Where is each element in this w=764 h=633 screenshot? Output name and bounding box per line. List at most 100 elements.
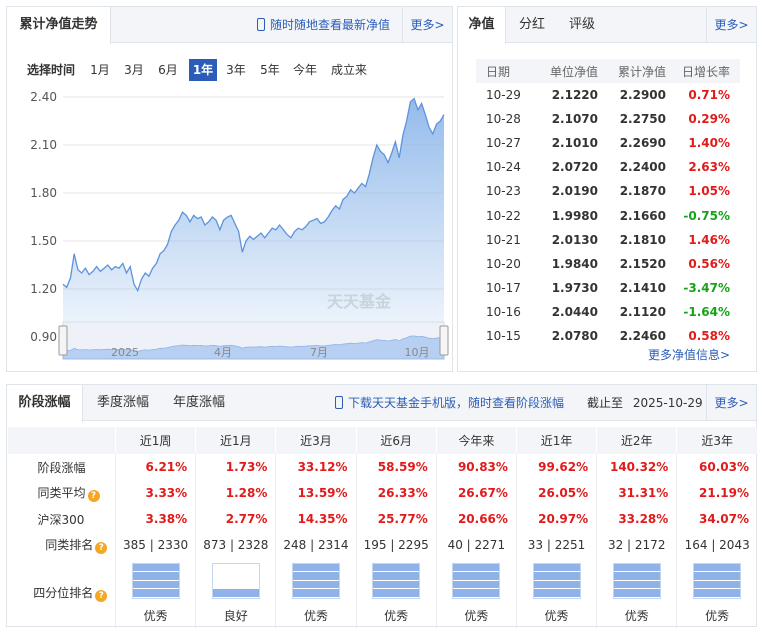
rank-value: 873 | 2328: [195, 532, 276, 558]
quartile-segment: [373, 589, 420, 598]
nav-row: 10-24 2.0720 2.2400 2.63%: [476, 155, 740, 179]
tab-year-return[interactable]: 年度涨幅: [163, 385, 235, 421]
quartile-segment: [694, 572, 741, 581]
nav-growth: 1.05%: [688, 184, 730, 199]
stage-value: 3.38%: [114, 506, 196, 532]
nav-growth: -3.47%: [683, 280, 730, 295]
tab-quarter-return[interactable]: 季度涨幅: [87, 385, 159, 421]
nav-date: 10-17: [486, 280, 521, 295]
nav-unit: 1.9980: [551, 208, 598, 223]
as-of: 截止至 2025-10-29: [587, 385, 703, 421]
quartile-segment: [453, 589, 500, 598]
period-header: 近1年: [515, 427, 597, 454]
tab-rating[interactable]: 评级: [558, 7, 606, 43]
nav-acc: 2.1120: [619, 304, 666, 319]
period-header: 近3月: [275, 427, 357, 454]
nav-date: 10-22: [486, 208, 521, 223]
stage-value: 3.33%: [114, 480, 196, 506]
nav-acc: 2.1520: [619, 256, 666, 271]
navigator-label: 2025: [111, 346, 139, 359]
nav-row: 10-28 2.1070 2.2750 0.29%: [476, 107, 740, 131]
nav-date: 10-28: [486, 112, 521, 127]
trend-more-link[interactable]: 更多>: [402, 7, 452, 43]
nav-unit: 1.9840: [551, 256, 598, 271]
help-icon[interactable]: ?: [95, 542, 108, 554]
quartile-text: 良好: [223, 608, 248, 623]
stage-more-link[interactable]: 更多>: [706, 385, 756, 421]
nav-growth: 0.71%: [688, 88, 730, 103]
tab-trend[interactable]: 累计净值走势: [7, 7, 111, 44]
nav-trend-chart[interactable]: 2.40 2.10 1.80 1.50 1.20 0.90 天天基金 2025 4月 7月 10月: [7, 83, 454, 373]
quartile-segment: [373, 572, 420, 581]
more-nav-info-link[interactable]: 更多净值信息>: [648, 346, 730, 363]
help-icon[interactable]: ?: [95, 590, 108, 602]
navigator-handle-left[interactable]: [58, 325, 68, 356]
stage-value: 33.28%: [596, 506, 677, 532]
stage-tabbar: 阶段涨幅 季度涨幅 年度涨幅 下载天天基金手机版，随时查看阶段涨幅 截止至 20…: [7, 385, 756, 422]
nav-table: 日期 单位净值 累计净值 日增长率 10-29 2.1220 2.2900 0.71%…: [476, 59, 740, 348]
stage-tip-text: 下载天天基金手机版，随时查看阶段涨幅: [348, 396, 565, 410]
navigator-handle-right[interactable]: [439, 325, 449, 356]
quartile-bar: [291, 562, 340, 599]
quartile-text: 优秀: [544, 608, 569, 623]
help-icon[interactable]: ?: [87, 490, 100, 502]
quartile-segment: [533, 589, 580, 598]
range-ytd[interactable]: 今年: [291, 59, 319, 81]
phone-icon: [335, 396, 343, 409]
quartile-segment: [694, 563, 741, 572]
quartile-segment: [292, 563, 339, 572]
nav-acc: 2.2460: [619, 328, 666, 343]
nav-unit: 2.0190: [551, 184, 598, 199]
stage-value: 14.35%: [275, 506, 357, 532]
quartile-text: 优秀: [624, 608, 649, 623]
quartile-segment: [613, 589, 660, 598]
quartile-cell: 优秀: [114, 558, 196, 628]
quartile-text: 优秀: [384, 608, 409, 623]
quartile-row: 四分位排名? 优秀 良好 优秀 优秀 优秀 优秀 优秀 优秀: [8, 558, 757, 628]
quartile-segment: [533, 572, 580, 581]
nav-date: 10-20: [486, 256, 521, 271]
stage-value: 26.67%: [435, 480, 517, 506]
range-5y[interactable]: 5年: [257, 59, 283, 81]
nav-acc: 2.2400: [619, 160, 666, 175]
trend-tip-link[interactable]: 随时随地查看最新净值: [257, 7, 390, 43]
quartile-text: 优秀: [464, 608, 489, 623]
nav-growth: 1.40%: [688, 136, 730, 151]
stage-row-label: 同类平均: [37, 486, 86, 500]
rank-value: 195 | 2295: [355, 532, 437, 558]
stage-panel: 阶段涨幅 季度涨幅 年度涨幅 下载天天基金手机版，随时查看阶段涨幅 截止至 20…: [6, 384, 757, 628]
tab-stage-return[interactable]: 阶段涨幅: [7, 385, 83, 422]
quartile-bar: [211, 562, 260, 599]
nav-date: 10-16: [486, 304, 521, 319]
tab-dividend[interactable]: 分红: [508, 7, 556, 43]
quartile-segment: [453, 572, 500, 581]
nav-more-link[interactable]: 更多>: [706, 7, 756, 43]
range-3m[interactable]: 3月: [121, 59, 147, 81]
y-tick-label: 0.90: [30, 330, 57, 344]
stage-value: 26.05%: [515, 480, 597, 506]
range-1m[interactable]: 1月: [87, 59, 113, 81]
quartile-segment: [694, 589, 741, 598]
quartile-segment: [292, 580, 339, 589]
as-of-date: 2025-10-29: [632, 396, 703, 410]
col-daily-growth: 日增长率: [672, 59, 740, 83]
nav-growth: 0.56%: [688, 256, 730, 271]
range-6m[interactable]: 6月: [155, 59, 181, 81]
stage-table: 近1周 近1月 近3月 近6月 今年来 近1年 近2年 近3年 阶段涨幅 6.21% 1.73% 3…: [7, 427, 757, 628]
rank-value: 32 | 2172: [596, 532, 677, 558]
quartile-segment: [132, 572, 179, 581]
period-header: 今年来: [435, 427, 517, 454]
stage-tip-link[interactable]: 下载天天基金手机版，随时查看阶段涨幅: [335, 385, 564, 421]
quartile-segment: [212, 572, 259, 581]
quartile-cell: 优秀: [275, 558, 357, 628]
nav-date: 10-24: [486, 160, 521, 175]
range-1y[interactable]: 1年: [189, 59, 217, 81]
col-date: 日期: [476, 59, 530, 83]
trend-tabbar: 累计净值走势 随时随地查看最新净值 更多>: [7, 7, 452, 44]
quartile-label: 四分位排名: [33, 586, 94, 600]
range-since-inception[interactable]: 成立来: [329, 59, 369, 81]
quartile-segment: [613, 580, 660, 589]
quartile-cell: 良好: [195, 558, 276, 628]
range-3y[interactable]: 3年: [223, 59, 249, 81]
tab-nav[interactable]: 净值: [458, 7, 506, 44]
